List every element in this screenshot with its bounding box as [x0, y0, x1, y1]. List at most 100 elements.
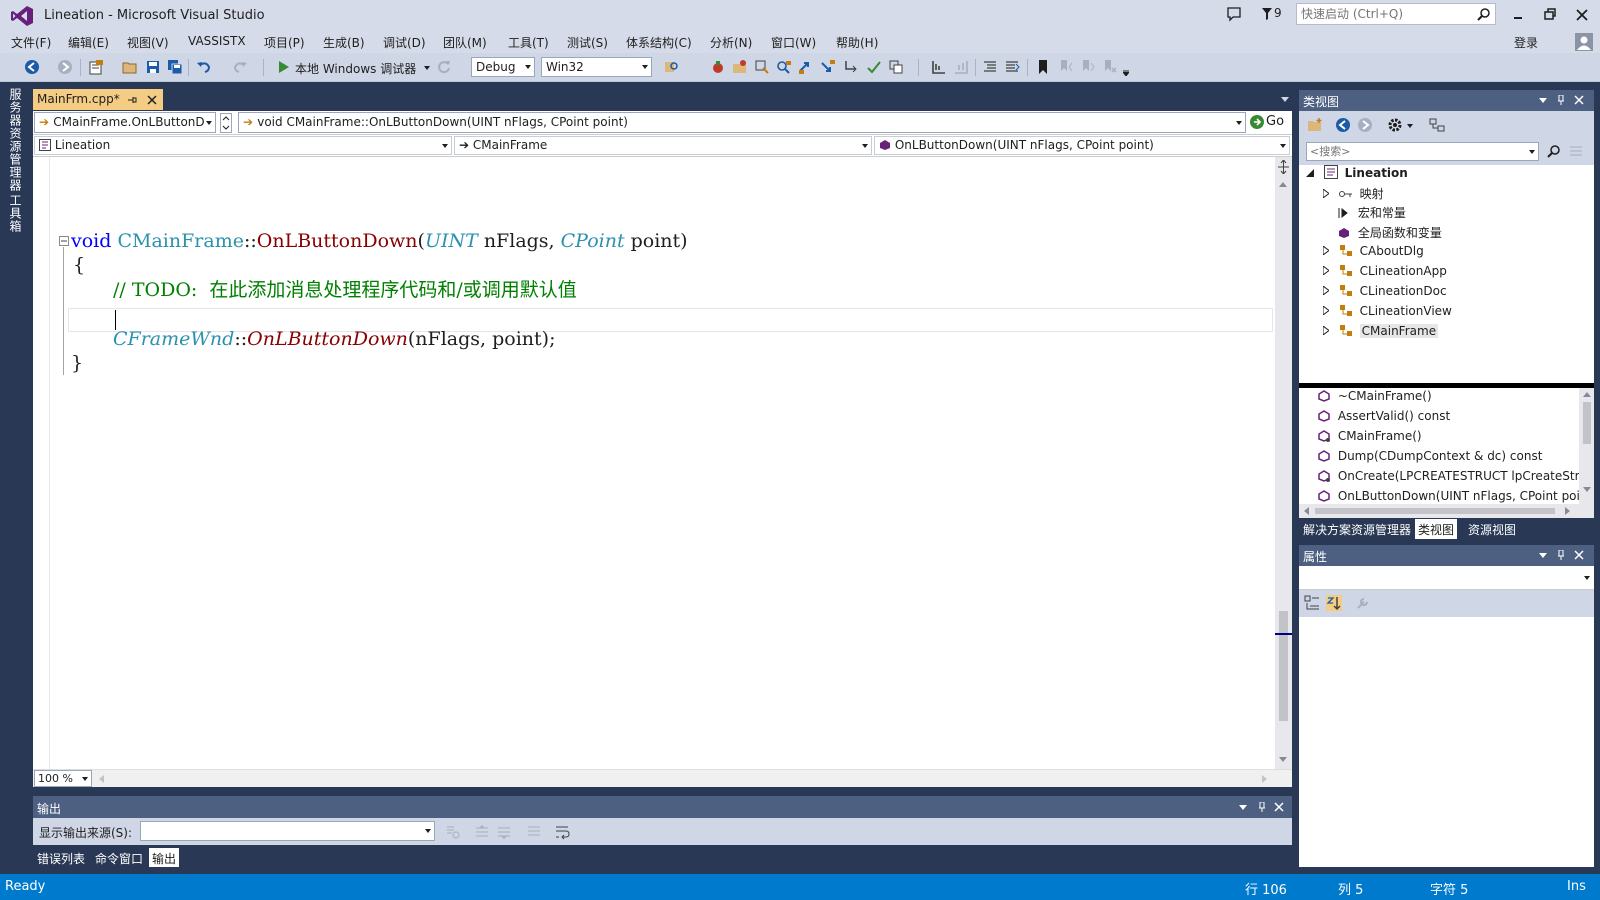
- back-icon[interactable]: [1335, 117, 1351, 133]
- find-message-icon[interactable]: [445, 824, 461, 840]
- close-panel-icon[interactable]: [1274, 802, 1284, 812]
- chevron-down-icon[interactable]: [424, 66, 430, 70]
- tree-item-cmainframe[interactable]: CMainFrame: [1323, 324, 1439, 338]
- va-open-icon[interactable]: [732, 59, 748, 75]
- scroll-down-icon[interactable]: [1583, 487, 1591, 492]
- va-tool-icon[interactable]: [710, 59, 726, 75]
- clear-search-icon[interactable]: [1569, 144, 1583, 158]
- collapsed-arrow-icon[interactable]: [1323, 189, 1329, 198]
- va-goto-impl-icon[interactable]: [820, 59, 836, 75]
- collapsed-arrow-icon[interactable]: [1323, 286, 1329, 295]
- tab-overflow-icon[interactable]: [1281, 97, 1289, 102]
- navigate-back-icon[interactable]: [24, 59, 40, 75]
- split-editor-icon[interactable]: [1278, 160, 1289, 174]
- panel-menu-icon[interactable]: [1539, 553, 1547, 558]
- debugger-label[interactable]: 本地 Windows 调试器: [295, 60, 416, 77]
- member-item[interactable]: OnLButtonDown(UINT nFlags, CPoint poi: [1318, 489, 1579, 503]
- editor-vertical-scrollbar[interactable]: [1275, 157, 1292, 769]
- align-right-icon[interactable]: [953, 59, 969, 75]
- toolbar-overflow-icon[interactable]: [1123, 70, 1129, 76]
- tree-item-lineation[interactable]: Lineation: [1306, 165, 1408, 180]
- panel-menu-icon[interactable]: [1539, 98, 1547, 103]
- zoom-select[interactable]: 100 %: [34, 770, 92, 787]
- comment-lines-icon[interactable]: [982, 59, 998, 75]
- menu-test[interactable]: 测试(S): [567, 34, 608, 51]
- toolbox-tab[interactable]: 工具箱: [7, 194, 24, 233]
- bookmark-next-icon[interactable]: [1079, 59, 1095, 75]
- redo-icon[interactable]: [232, 59, 248, 75]
- feedback-icon[interactable]: [1226, 6, 1242, 22]
- tree-item-caboutdlg[interactable]: CAboutDlg: [1323, 244, 1424, 258]
- tab-solution-explorer[interactable]: 解决方案资源管理器: [1300, 519, 1414, 539]
- tree-item-clineationdoc[interactable]: CLineationDoc: [1323, 284, 1447, 298]
- tab-resource-view[interactable]: 资源视图: [1465, 519, 1519, 539]
- collapse-outline-icon[interactable]: [59, 236, 69, 246]
- member-select[interactable]: OnLButtonDown(UINT nFlags, CPoint point): [874, 136, 1290, 155]
- tab-command-window[interactable]: 命令窗口: [92, 848, 146, 867]
- undo-icon[interactable]: [196, 59, 212, 75]
- search-icon[interactable]: [1547, 144, 1561, 158]
- save-icon[interactable]: [145, 59, 161, 75]
- save-all-icon[interactable]: [167, 59, 183, 75]
- tab-mainfrm-cpp[interactable]: MainFrm.cpp*: [33, 89, 163, 110]
- quick-launch-input[interactable]: [1301, 5, 1473, 23]
- va-references-icon[interactable]: [776, 59, 792, 75]
- output-source-select[interactable]: [140, 821, 435, 841]
- config-select[interactable]: Debug: [471, 57, 535, 77]
- scope-spinner-icon[interactable]: [220, 113, 232, 133]
- scroll-right-icon[interactable]: [1565, 507, 1570, 515]
- menu-window[interactable]: 窗口(W): [771, 34, 816, 51]
- chevron-down-icon[interactable]: [1529, 150, 1535, 154]
- property-pages-icon[interactable]: [1355, 595, 1371, 611]
- scroll-up-icon[interactable]: [1279, 182, 1287, 187]
- clear-all-icon[interactable]: [526, 824, 542, 840]
- sign-in-link[interactable]: 登录: [1514, 34, 1538, 51]
- collapsed-arrow-icon[interactable]: [1323, 246, 1329, 255]
- tree-item-clineationapp[interactable]: CLineationApp: [1323, 264, 1447, 278]
- scroll-right-icon[interactable]: [1262, 775, 1267, 783]
- pin-icon[interactable]: [1556, 95, 1566, 105]
- menu-view[interactable]: 视图(V): [127, 34, 169, 51]
- scroll-left-icon[interactable]: [1304, 507, 1309, 515]
- alphabetical-icon[interactable]: [1326, 595, 1342, 611]
- menu-project[interactable]: 项目(P): [264, 34, 305, 51]
- go-button[interactable]: Go: [1249, 112, 1289, 133]
- scroll-left-icon[interactable]: [99, 775, 104, 783]
- tree-item-maps[interactable]: 映射: [1323, 185, 1384, 202]
- platform-select[interactable]: Win32: [541, 57, 652, 77]
- menu-architecture[interactable]: 体系结构(C): [626, 34, 692, 51]
- categorized-icon[interactable]: [1304, 595, 1320, 611]
- menu-file[interactable]: 文件(F): [11, 34, 51, 51]
- code-editor[interactable]: void CMainFrame::OnLButtonDown(UINT nFla…: [33, 157, 1275, 769]
- navigate-forward-icon[interactable]: [57, 59, 73, 75]
- pin-icon[interactable]: [127, 95, 137, 105]
- class-search-box[interactable]: [1306, 142, 1539, 161]
- menu-build[interactable]: 生成(B): [323, 34, 365, 51]
- member-item[interactable]: ~CMainFrame(): [1318, 389, 1432, 403]
- scroll-up-icon[interactable]: [1583, 392, 1591, 397]
- close-panel-icon[interactable]: [1574, 550, 1584, 560]
- scroll-thumb[interactable]: [1315, 508, 1555, 514]
- menu-tools[interactable]: 工具(T): [508, 34, 549, 51]
- menu-help[interactable]: 帮助(H): [836, 34, 878, 51]
- scope-select[interactable]: ➔ CMainFrame.OnLButtonD: [34, 112, 216, 133]
- class-select[interactable]: ➔ CMainFrame: [454, 136, 872, 155]
- close-panel-icon[interactable]: [1574, 95, 1584, 105]
- va-goto-icon[interactable]: [798, 59, 814, 75]
- pin-icon[interactable]: [1556, 550, 1566, 560]
- prev-message-icon[interactable]: [474, 824, 490, 840]
- new-project-icon[interactable]: [88, 59, 104, 75]
- va-move-icon[interactable]: [843, 59, 859, 75]
- collapsed-arrow-icon[interactable]: [1323, 326, 1329, 335]
- member-list-hscrollbar[interactable]: [1299, 504, 1594, 518]
- properties-object-select[interactable]: [1299, 566, 1594, 590]
- tab-class-view[interactable]: 类视图: [1415, 519, 1458, 539]
- collapsed-arrow-icon[interactable]: [1323, 306, 1329, 315]
- word-wrap-icon[interactable]: [554, 824, 570, 840]
- scroll-thumb[interactable]: [1583, 402, 1591, 444]
- scroll-thumb[interactable]: [1279, 611, 1288, 721]
- project-select[interactable]: Lineation: [34, 136, 452, 155]
- close-tab-icon[interactable]: [147, 95, 157, 105]
- bookmark-icon[interactable]: [1035, 59, 1051, 75]
- view-class-diagram-icon[interactable]: [1429, 117, 1445, 133]
